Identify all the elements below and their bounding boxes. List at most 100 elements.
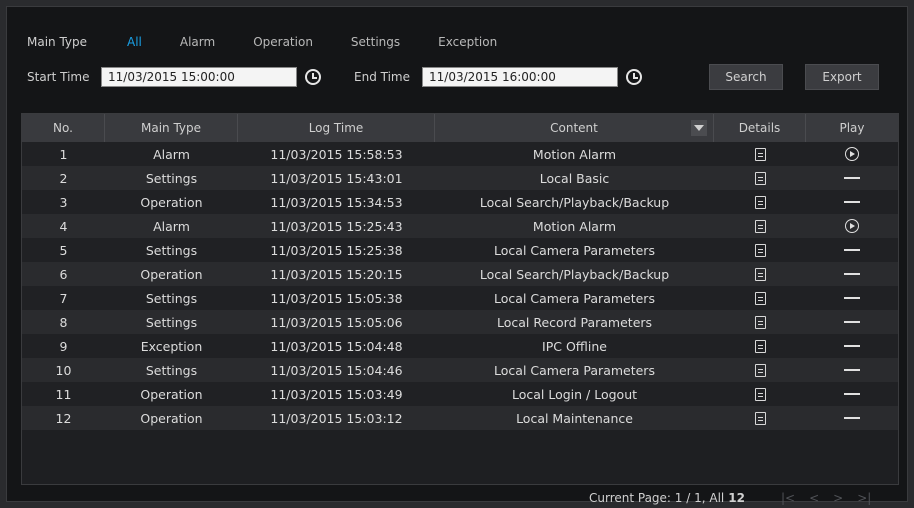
row-content: Local Search/Playback/Backup [479,266,670,282]
table-row[interactable]: 3 Operation 11/03/2015 15:34:53 Local Searc… [22,190,898,214]
search-button[interactable]: Search [709,64,783,90]
filter-all[interactable]: All [127,35,142,49]
prev-page-icon[interactable]: < [809,491,819,505]
next-page-icon[interactable]: > [833,491,843,505]
row-no: 5 [59,242,68,258]
start-time-label: Start Time [27,70,90,84]
row-main-type: Settings [145,170,198,186]
header-no: No. [22,114,105,142]
header-content-label: Content [550,121,598,135]
row-details [714,382,806,406]
row-details [714,142,806,166]
row-details [714,334,806,358]
end-time-field[interactable] [422,67,618,87]
row-play [806,406,898,430]
filter-exception[interactable]: Exception [438,35,497,49]
row-main-type: Settings [145,314,198,330]
page-info: Current Page: 1 / 1, All [589,491,725,505]
row-no: 2 [59,170,68,186]
dash-icon [844,177,860,179]
filter-alarm[interactable]: Alarm [180,35,215,49]
table-body: 1 Alarm 11/03/2015 15:58:53 Motion Alarm 2 Se… [22,142,898,430]
export-button[interactable]: Export [805,64,879,90]
table-row[interactable]: 11 Operation 11/03/2015 15:03:49 Local Logi… [22,382,898,406]
pagination: Current Page: 1 / 1, All 12 |< < > >| [589,491,871,505]
play-icon[interactable] [845,219,859,233]
document-icon[interactable] [754,267,766,281]
play-icon[interactable] [845,147,859,161]
dash-icon [844,201,860,203]
row-content: Motion Alarm [532,146,617,162]
document-icon[interactable] [754,315,766,329]
header-main-type: Main Type [105,114,238,142]
table-row[interactable]: 6 Operation 11/03/2015 15:20:15 Local Searc… [22,262,898,286]
row-content: Local Maintenance [516,410,633,426]
document-icon[interactable] [754,195,766,209]
dash-icon [844,297,860,299]
row-details [714,238,806,262]
row-main-type: Settings [145,290,198,306]
row-log-time: 11/03/2015 15:58:53 [270,146,403,162]
row-log-time: 11/03/2015 15:43:01 [270,170,403,186]
document-icon[interactable] [754,363,766,377]
table-row[interactable]: 4 Alarm 11/03/2015 15:25:43 Motion Alarm [22,214,898,238]
row-log-time: 11/03/2015 15:04:46 [270,362,403,378]
start-time-field[interactable] [101,67,297,87]
row-log-time: 11/03/2015 15:03:49 [270,386,403,402]
row-play [806,382,898,406]
table-row[interactable]: 2 Settings 11/03/2015 15:43:01 Local Basic [22,166,898,190]
table-row[interactable]: 7 Settings 11/03/2015 15:05:38 Local Camera… [22,286,898,310]
table-header: No. Main Type Log Time Content Details P… [22,114,898,142]
row-details [714,262,806,286]
end-time-label: End Time [354,70,410,84]
row-details [714,214,806,238]
dash-icon [844,393,860,395]
clock-icon[interactable] [626,69,642,85]
row-main-type: Settings [145,242,198,258]
row-no: 10 [55,362,72,378]
row-main-type: Operation [140,194,203,210]
row-play [806,334,898,358]
header-details: Details [714,114,806,142]
row-main-type: Alarm [153,218,190,234]
document-icon[interactable] [754,171,766,185]
document-icon[interactable] [754,339,766,353]
dash-icon [844,321,860,323]
row-play [806,262,898,286]
clock-icon[interactable] [305,69,321,85]
document-icon[interactable] [754,411,766,425]
row-content: Local Record Parameters [496,314,653,330]
row-content: Local Camera Parameters [494,290,655,306]
row-main-type: Exception [140,338,203,354]
table-row[interactable]: 12 Operation 11/03/2015 15:03:12 Local Main… [22,406,898,430]
filter-settings[interactable]: Settings [351,35,400,49]
document-icon[interactable] [754,219,766,233]
table-row[interactable]: 1 Alarm 11/03/2015 15:58:53 Motion Alarm [22,142,898,166]
row-play [806,214,898,238]
document-icon[interactable] [754,243,766,257]
dash-icon [844,273,860,275]
row-log-time: 11/03/2015 15:05:06 [270,314,403,330]
row-content: Local Camera Parameters [494,362,655,378]
table-row[interactable]: 5 Settings 11/03/2015 15:25:38 Local Camera… [22,238,898,262]
row-play [806,310,898,334]
last-page-icon[interactable]: >| [857,491,871,505]
row-play [806,190,898,214]
row-log-time: 11/03/2015 15:25:38 [270,242,403,258]
document-icon[interactable] [754,291,766,305]
header-play: Play [839,121,865,135]
table-row[interactable]: 8 Settings 11/03/2015 15:05:06 Local Record… [22,310,898,334]
row-no: 1 [59,146,68,162]
row-details [714,406,806,430]
table-row[interactable]: 10 Settings 11/03/2015 15:04:46 Local Camer… [22,358,898,382]
time-range: Start Time End Time [27,65,642,89]
first-page-icon[interactable]: |< [781,491,795,505]
content-dropdown-button[interactable] [691,120,707,136]
filter-operation[interactable]: Operation [253,35,313,49]
table-row[interactable]: 9 Exception 11/03/2015 15:04:48 IPC Offline [22,334,898,358]
row-content: Local Login / Logout [511,386,638,402]
document-icon[interactable] [754,387,766,401]
row-log-time: 11/03/2015 15:20:15 [270,266,403,282]
document-icon[interactable] [754,147,766,161]
record-count: 12 [728,491,745,505]
